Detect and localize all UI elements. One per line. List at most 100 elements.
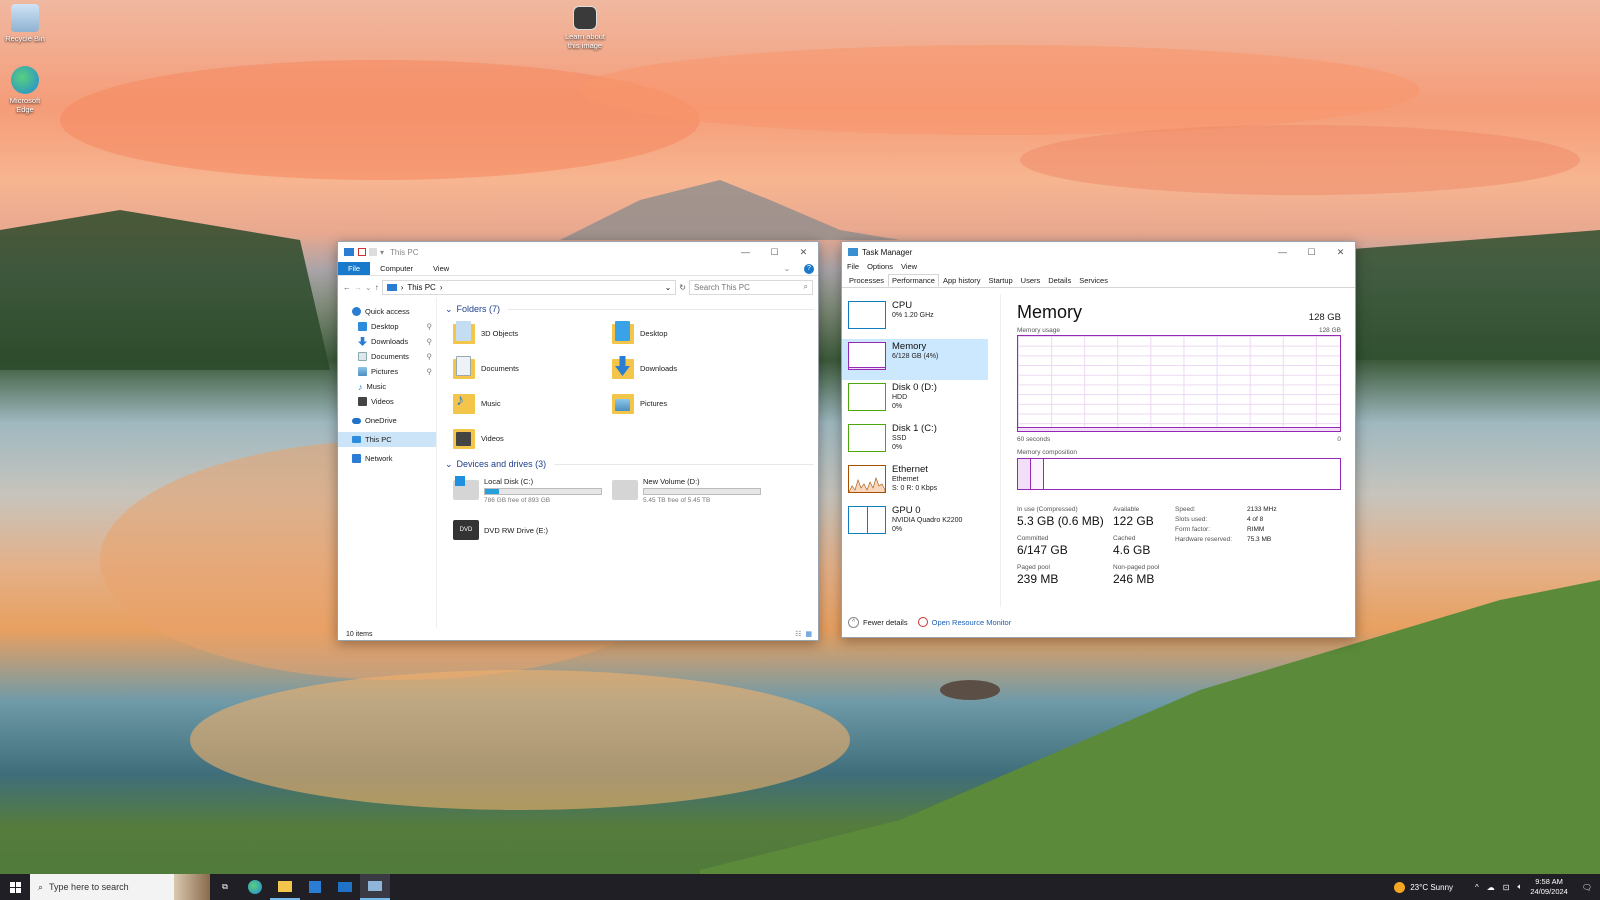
folder-item[interactable]: Pictures [612, 390, 771, 416]
folder-item[interactable]: 3D Objects [453, 320, 612, 346]
drive-name: New Volume (D:) [643, 476, 700, 486]
resource-disk-1[interactable]: Disk 1 (C:) SSD 0% [842, 421, 988, 462]
onedrive-tray-icon[interactable]: ☁ [1487, 883, 1495, 892]
folder-item[interactable]: Documents [453, 355, 612, 381]
new-folder-icon[interactable] [369, 248, 377, 256]
windows-drive-icon [453, 476, 479, 500]
drive-item[interactable]: Local Disk (C:) 786 GB free of 893 GB [453, 475, 612, 505]
resource-detail: 0% [892, 444, 903, 451]
menu-options[interactable]: Options [867, 262, 893, 274]
volume-icon[interactable]: 🔈︎ [1517, 882, 1522, 892]
maximize-button[interactable]: ☐ [1297, 242, 1326, 262]
large-icons-view-icon[interactable]: ▦ [805, 630, 812, 638]
resource-disk-0[interactable]: Disk 0 (D:) HDD 0% [842, 380, 988, 421]
nav-quick-access[interactable]: Quick access [338, 304, 436, 319]
memory-specs: Speed: 2133 MHz Slots used: 4 of 8 Form fa… [1175, 506, 1277, 586]
nav-downloads[interactable]: Downloads ⚲ [338, 334, 436, 349]
graph-time-zero: 0 [1337, 436, 1341, 443]
minimize-button[interactable]: — [731, 242, 760, 262]
task-manager-titlebar[interactable]: Task Manager — ☐ ✕ [842, 242, 1355, 262]
resource-cpu[interactable]: CPU 0% 1.20 GHz [842, 298, 988, 339]
mail-taskbar-icon[interactable] [330, 874, 360, 900]
refresh-icon[interactable]: ↻ [679, 283, 686, 292]
pin-icon[interactable]: ⚲ [427, 367, 433, 376]
tab-processes[interactable]: Processes [845, 274, 888, 287]
edge-icon[interactable]: Microsoft Edge [0, 66, 50, 114]
fewer-details-button[interactable]: ^ Fewer details [848, 616, 908, 628]
recycle-bin-icon[interactable]: Recycle Bin [0, 4, 50, 43]
tab-users[interactable]: Users [1017, 274, 1045, 287]
available-label: Available [1113, 506, 1140, 513]
tab-app-history[interactable]: App history [939, 274, 985, 287]
edge-taskbar-icon[interactable] [240, 874, 270, 900]
close-button[interactable]: ✕ [789, 242, 818, 262]
close-button[interactable]: ✕ [1326, 242, 1355, 262]
customize-toolbar-icon[interactable]: ▾ [380, 248, 384, 257]
pin-icon[interactable]: ⚲ [427, 322, 433, 331]
drives-group-header[interactable]: ⌄ Devices and drives (3) [445, 457, 814, 471]
nav-desktop[interactable]: Desktop ⚲ [338, 319, 436, 334]
menu-view[interactable]: View [901, 262, 917, 274]
pin-icon[interactable]: ⚲ [427, 337, 433, 346]
open-resource-monitor-link[interactable]: Open Resource Monitor [917, 617, 1011, 627]
network-icon[interactable]: ⊡ [1503, 883, 1510, 892]
start-button[interactable] [0, 874, 30, 900]
forward-arrow-icon[interactable]: → [354, 283, 362, 292]
up-arrow-icon[interactable]: ↑ [375, 283, 379, 292]
tab-view[interactable]: View [423, 262, 459, 275]
spec-value: 2133 MHz [1247, 506, 1277, 513]
folder-item[interactable]: ♪ Music [453, 390, 612, 416]
folder-item[interactable]: Downloads [612, 355, 771, 381]
address-dropdown-icon[interactable]: ⌄ [665, 283, 672, 292]
notifications-icon[interactable]: 🗨︎ [1582, 883, 1592, 892]
task-view-icon[interactable]: ⧉ [210, 874, 240, 900]
tab-services[interactable]: Services [1075, 274, 1112, 287]
quick-access-toolbar-icon[interactable] [358, 248, 366, 256]
back-arrow-icon[interactable]: ← [343, 283, 351, 292]
folder-item[interactable]: Videos [453, 425, 612, 451]
explorer-titlebar[interactable]: ▾ This PC — ☐ ✕ [338, 242, 818, 262]
nav-documents[interactable]: Documents ⚲ [338, 349, 436, 364]
file-explorer-taskbar-icon[interactable] [270, 874, 300, 900]
nav-network[interactable]: Network [338, 451, 436, 466]
nav-videos[interactable]: Videos [338, 394, 436, 409]
search-icon: ⌕ [803, 282, 808, 291]
nav-onedrive[interactable]: OneDrive [338, 413, 436, 428]
chevron-up-icon[interactable]: ^ [1475, 883, 1479, 892]
recent-locations-icon[interactable]: ⌄ [365, 283, 372, 292]
tab-details[interactable]: Details [1044, 274, 1075, 287]
resource-ethernet[interactable]: Ethernet Ethernet S: 0 R: 0 Kbps [842, 462, 988, 503]
nav-pictures[interactable]: Pictures ⚲ [338, 364, 436, 379]
nav-music[interactable]: ♪ Music [338, 379, 436, 394]
search-input[interactable]: Search This PC ⌕ [689, 279, 813, 295]
clock[interactable]: 9:58 AM 24/09/2024 [1530, 877, 1568, 897]
tab-performance[interactable]: Performance [888, 274, 939, 287]
fewer-details-label: Fewer details [863, 617, 908, 627]
menu-file[interactable]: File [847, 262, 859, 274]
learn-about-image-icon[interactable]: Learn about this image [560, 6, 610, 50]
nav-this-pc[interactable]: This PC [338, 432, 436, 447]
drive-item[interactable]: DVD DVD RW Drive (E:) [453, 515, 612, 545]
drives-grid: Local Disk (C:) 786 GB free of 893 GB New… [453, 475, 814, 545]
weather-widget[interactable]: 23°C Sunny [1394, 881, 1453, 893]
expand-ribbon-icon[interactable]: ⌄ [774, 262, 800, 275]
folder-item[interactable]: Desktop [612, 320, 771, 346]
tab-file[interactable]: File [338, 262, 371, 275]
store-taskbar-icon[interactable] [300, 874, 330, 900]
tab-computer[interactable]: Computer [370, 262, 423, 275]
help-icon[interactable]: ? [800, 262, 818, 275]
details-view-icon[interactable]: ☷ [795, 630, 801, 638]
date-text: 24/09/2024 [1530, 887, 1568, 896]
resource-memory[interactable]: Memory 6/128 GB (4%) [842, 339, 988, 380]
pin-icon[interactable]: ⚲ [427, 352, 433, 361]
documents-folder-icon [453, 356, 475, 380]
drive-item[interactable]: New Volume (D:) 5.45 TB free of 5.45 TB [612, 475, 771, 505]
taskbar-search[interactable]: ⌕ Type here to search [30, 874, 210, 900]
tab-startup[interactable]: Startup [984, 274, 1016, 287]
folders-group-header[interactable]: ⌄ Folders (7) [445, 302, 814, 316]
resource-gpu[interactable]: GPU 0 NVIDIA Quadro K2200 0% [842, 503, 988, 544]
task-manager-taskbar-icon[interactable] [360, 874, 390, 900]
address-bar[interactable]: › This PC › ⌄ [381, 279, 677, 295]
maximize-button[interactable]: ☐ [760, 242, 789, 262]
minimize-button[interactable]: — [1268, 242, 1297, 262]
